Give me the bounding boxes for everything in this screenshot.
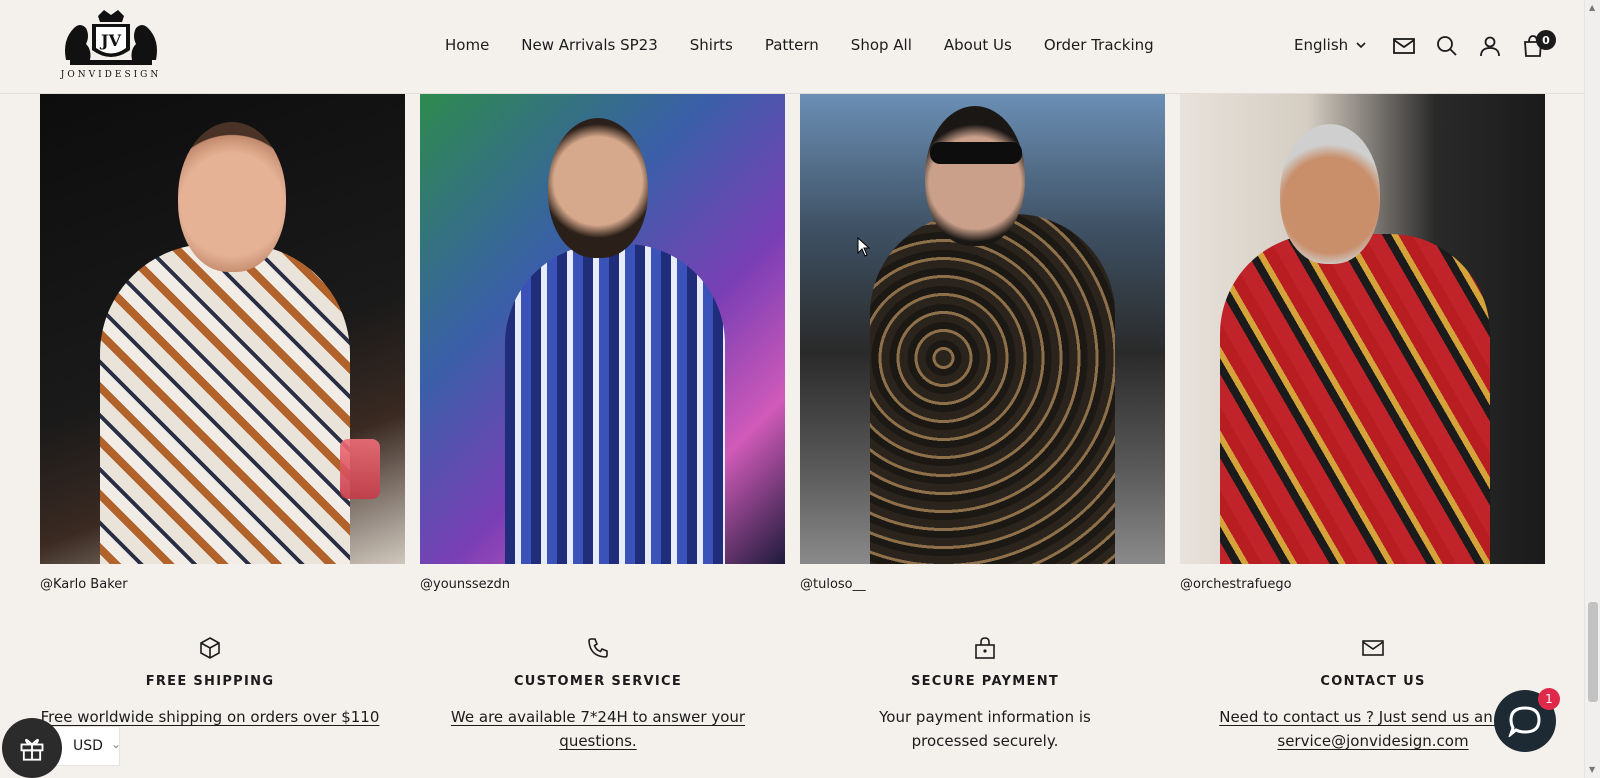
mail-icon bbox=[1362, 640, 1384, 656]
chat-badge: 1 bbox=[1538, 688, 1560, 710]
feature-desc: Your payment information is processed se… bbox=[879, 708, 1091, 750]
gallery-photo-4[interactable] bbox=[1180, 94, 1545, 564]
gallery-handle-2[interactable]: @younssezdn bbox=[420, 577, 510, 592]
cart-count-badge: 0 bbox=[1536, 30, 1556, 50]
gallery-photo-1[interactable] bbox=[40, 94, 405, 564]
currency-label: USD bbox=[73, 738, 103, 754]
box-icon bbox=[200, 637, 220, 659]
brand-wordmark: JONVIDESIGN bbox=[60, 70, 162, 80]
feature-secure-payment: SECURE PAYMENT Your payment information … bbox=[805, 636, 1165, 753]
scroll-down-icon[interactable]: ▼ bbox=[1589, 765, 1595, 774]
feature-customer-service: CUSTOMER SERVICE We are available 7*24H … bbox=[418, 636, 778, 753]
phone-icon bbox=[588, 638, 608, 658]
feature-title: FREE SHIPPING bbox=[145, 674, 275, 689]
gallery-handle-4[interactable]: @orchestrafuego bbox=[1180, 577, 1292, 592]
main-nav: Home New Arrivals SP23 Shirts Pattern Sh… bbox=[445, 36, 1186, 54]
nav-about-us[interactable]: About Us bbox=[944, 36, 1012, 54]
chat-bubble-icon bbox=[1508, 706, 1541, 737]
feature-title: SECURE PAYMENT bbox=[910, 674, 1060, 689]
nav-shirts[interactable]: Shirts bbox=[690, 36, 733, 54]
feature-desc[interactable]: We are available 7*24H to answer your qu… bbox=[418, 705, 778, 753]
gallery-handle-3[interactable]: @tuloso__ bbox=[800, 577, 866, 592]
feature-title: CUSTOMER SERVICE bbox=[513, 674, 683, 689]
scrollbar-thumb[interactable] bbox=[1588, 602, 1598, 702]
mouse-cursor-icon bbox=[857, 237, 871, 257]
nav-shop-all[interactable]: Shop All bbox=[851, 36, 912, 54]
feature-free-shipping: FREE SHIPPING Free worldwide shipping on… bbox=[30, 636, 390, 729]
crest-logo-icon: JV bbox=[65, 10, 157, 65]
mail-icon[interactable] bbox=[1392, 34, 1416, 58]
gallery-handle-1[interactable]: @Karlo Baker bbox=[40, 577, 128, 592]
language-label: English bbox=[1294, 36, 1349, 54]
scroll-up-icon[interactable]: ▲ bbox=[1589, 3, 1595, 12]
brand-logo[interactable]: JV JONVIDESIGN bbox=[56, 10, 166, 84]
account-icon[interactable] bbox=[1478, 34, 1502, 58]
nav-pattern[interactable]: Pattern bbox=[765, 36, 819, 54]
language-selector[interactable]: English bbox=[1294, 36, 1366, 54]
lock-icon bbox=[975, 637, 995, 659]
chevron-down-icon bbox=[1356, 42, 1366, 48]
page-scrollbar[interactable]: ▲ ▼ bbox=[1584, 0, 1600, 778]
nav-order-tracking[interactable]: Order Tracking bbox=[1044, 36, 1154, 54]
nav-home[interactable]: Home bbox=[445, 36, 489, 54]
gift-icon bbox=[20, 738, 44, 761]
nav-new-arrivals[interactable]: New Arrivals SP23 bbox=[521, 36, 657, 54]
gallery-photo-2[interactable] bbox=[420, 94, 785, 564]
gallery-photo-3[interactable] bbox=[800, 94, 1165, 564]
feature-title: CONTACT US bbox=[1320, 674, 1426, 689]
chevron-down-icon bbox=[113, 744, 119, 748]
site-header: JV JONVIDESIGN Home New Arrivals SP23 Sh… bbox=[0, 0, 1584, 94]
search-icon[interactable] bbox=[1435, 34, 1459, 58]
rewards-button[interactable] bbox=[2, 718, 62, 778]
svg-text:JV: JV bbox=[99, 31, 122, 50]
